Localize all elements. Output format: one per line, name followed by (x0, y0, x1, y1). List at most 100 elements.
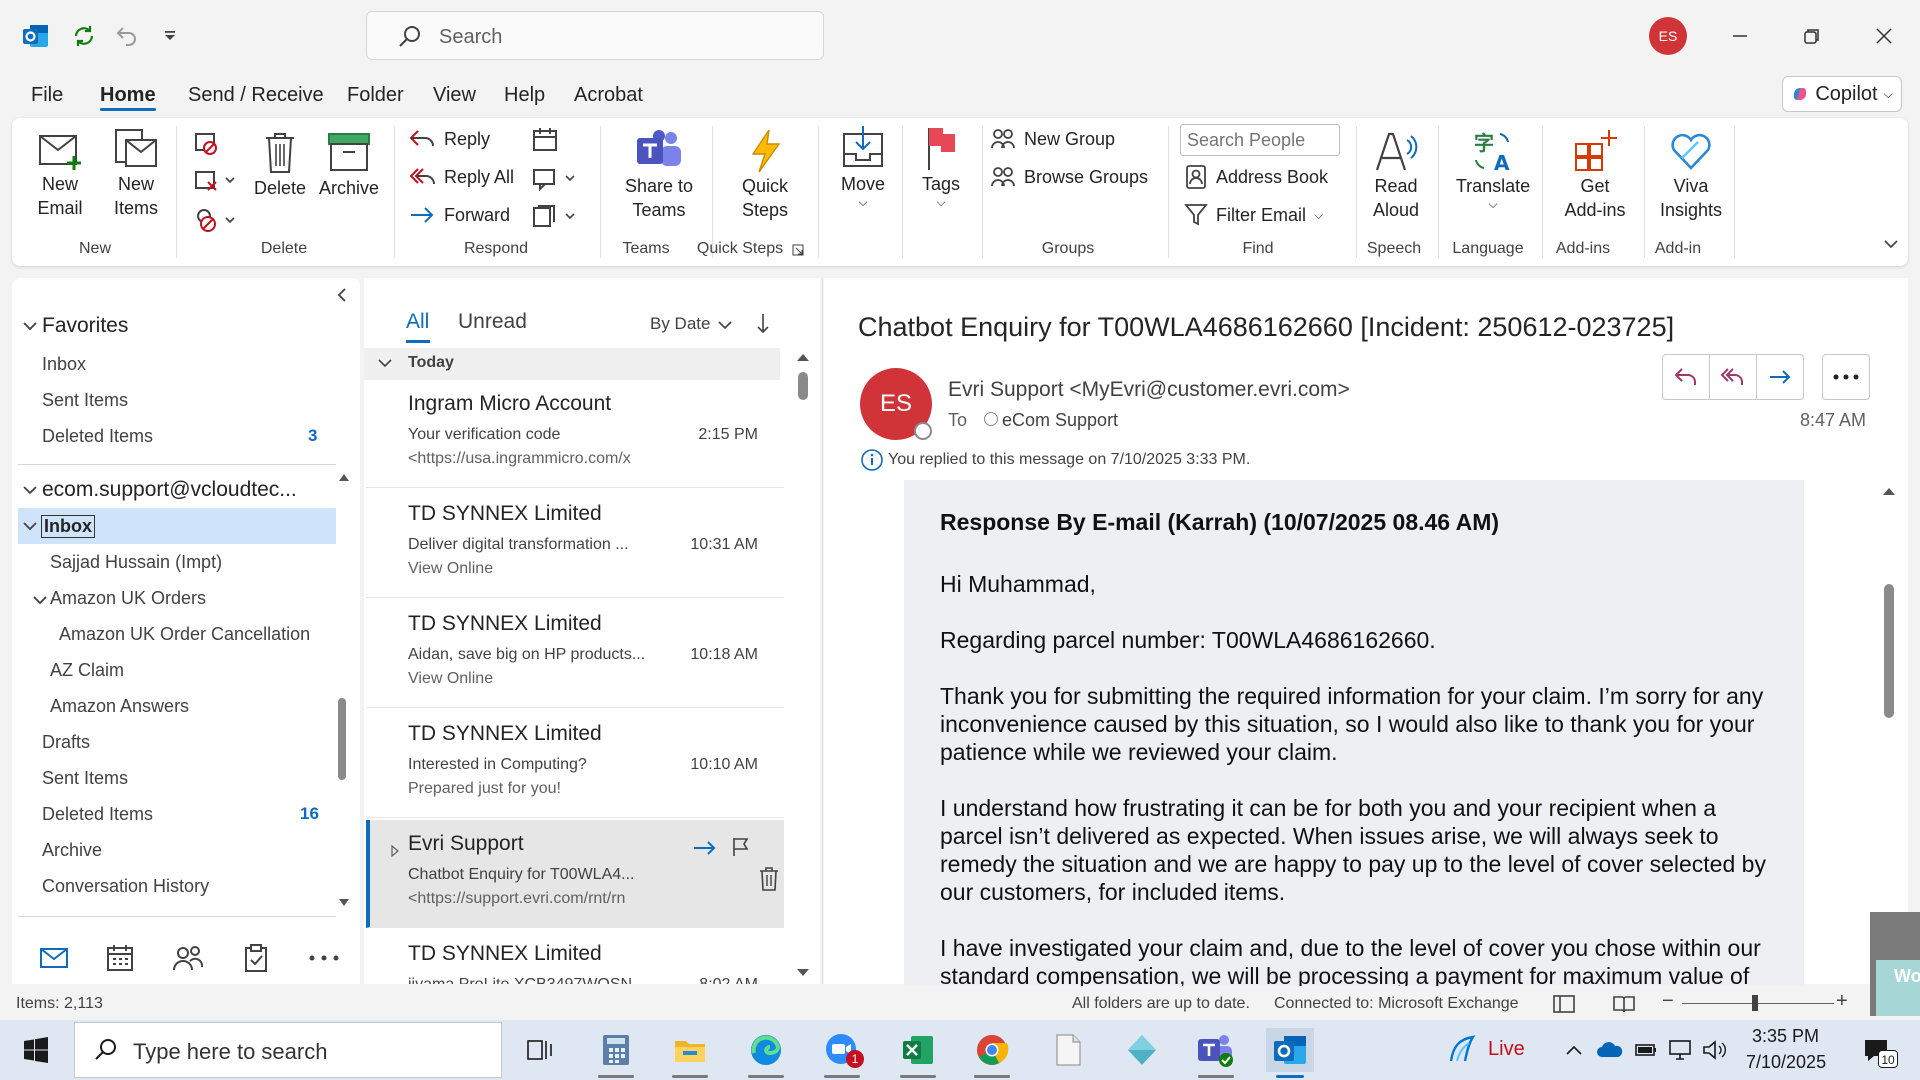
scroll-up-icon[interactable] (1882, 486, 1896, 496)
fav-inbox[interactable]: Inbox (42, 354, 86, 375)
more-actions-button[interactable] (1822, 354, 1870, 400)
file-explorer-icon[interactable] (666, 1028, 714, 1078)
search-people-input[interactable] (1180, 124, 1340, 156)
ribbon-collapse-icon[interactable] (1884, 238, 1898, 250)
new-email-button[interactable]: New Email (30, 130, 90, 220)
close-icon[interactable] (1864, 18, 1904, 54)
expand-conversation-icon[interactable] (390, 844, 400, 858)
menu-folder[interactable]: Folder (347, 84, 404, 107)
junk-icon[interactable] (192, 206, 236, 234)
zoom-app-icon[interactable]: 1 (818, 1028, 866, 1078)
chrome-icon[interactable] (968, 1028, 1016, 1078)
chevron-down-icon[interactable] (22, 484, 38, 496)
list-scrollbar-thumb[interactable] (798, 372, 808, 400)
folder-amazon-answers[interactable]: Amazon Answers (50, 696, 189, 717)
dialog-launcher-icon[interactable] (792, 244, 804, 256)
get-addins-button[interactable]: Get Add-ins (1550, 128, 1640, 222)
chevron-down-icon[interactable] (22, 520, 38, 532)
message-item[interactable]: TD SYNNEX Limited Aidan, save big on HP … (366, 600, 784, 708)
group-header-today[interactable]: Today (364, 348, 780, 380)
collapse-pane-icon[interactable] (336, 288, 348, 302)
live-label[interactable]: Live (1488, 1038, 1525, 1061)
teams-taskbar-icon[interactable] (1192, 1028, 1240, 1078)
peek-window[interactable]: Wo (1876, 960, 1920, 1016)
menu-home[interactable]: Home (100, 84, 156, 107)
browse-groups-button[interactable]: Browse Groups (990, 164, 1148, 190)
folder-az-claim[interactable]: AZ Claim (50, 660, 124, 681)
minimize-icon[interactable] (1720, 18, 1760, 54)
message-item[interactable]: TD SYNNEX Limited Interested in Computin… (366, 710, 784, 818)
menu-acrobat[interactable]: Acrobat (574, 84, 643, 107)
folder-deleted-items[interactable]: Deleted Items (42, 804, 153, 825)
message-item[interactable]: TD SYNNEX Limited iiyama ProLite XCB3497… (366, 930, 784, 984)
folder-amazon-uk-orders[interactable]: Amazon UK Orders (50, 588, 206, 609)
new-group-button[interactable]: New Group (990, 126, 1115, 152)
chevron-down-icon[interactable] (32, 594, 48, 606)
notifications-icon[interactable]: 10 (1852, 1028, 1900, 1072)
folder-sent-items[interactable]: Sent Items (42, 768, 128, 789)
undo-icon[interactable] (110, 20, 142, 52)
volume-icon[interactable] (1690, 1028, 1738, 1072)
fav-deleted-items[interactable]: Deleted Items (42, 426, 153, 447)
normal-view-icon[interactable] (1552, 994, 1576, 1014)
excel-icon[interactable] (894, 1028, 942, 1078)
windows-start-icon[interactable] (12, 1028, 60, 1072)
calculator-app-icon[interactable] (592, 1028, 640, 1078)
translate-button[interactable]: 字A Translate ⌵ (1448, 128, 1538, 210)
sender-name[interactable]: Evri Support <MyEvri@customer.evri.com> (948, 378, 1350, 402)
tab-all[interactable]: All (406, 310, 429, 334)
zoom-slider-track[interactable] (1682, 1003, 1834, 1004)
delete-button[interactable]: Delete (252, 130, 308, 200)
zoom-out-icon[interactable]: − (1662, 990, 1674, 1013)
new-items-button[interactable]: New Items (102, 126, 170, 220)
folder-amazon-cancellation[interactable]: Amazon UK Order Cancellation (59, 624, 310, 645)
sync-icon[interactable] (68, 20, 100, 52)
read-aloud-button[interactable]: Read Aloud (1364, 128, 1428, 222)
move-button[interactable]: Move ⌵ (828, 124, 898, 208)
folder-conversation-history[interactable]: Conversation History (42, 876, 209, 897)
viva-insights-button[interactable]: Viva Insights (1652, 128, 1730, 222)
task-view-icon[interactable] (516, 1028, 564, 1072)
chevron-down-icon[interactable] (718, 320, 732, 330)
folder-scrollbar-thumb[interactable] (338, 698, 346, 780)
tab-unread[interactable]: Unread (458, 310, 527, 334)
message-item[interactable]: Ingram Micro Account Your verification c… (366, 380, 784, 488)
clock-time[interactable]: 3:35 PM (1752, 1026, 1819, 1047)
more-respond-icon[interactable] (530, 202, 580, 230)
menu-view[interactable]: View (433, 84, 476, 107)
restore-icon[interactable] (1792, 18, 1832, 54)
folder-sajjad[interactable]: Sajjad Hussain (Impt) (50, 552, 222, 573)
zoom-slider-thumb[interactable] (1752, 995, 1758, 1011)
message-item[interactable]: TD SYNNEX Limited Deliver digital transf… (366, 490, 784, 598)
folder-drafts[interactable]: Drafts (42, 732, 90, 753)
favorites-header[interactable]: Favorites (42, 314, 128, 338)
cleanup-icon[interactable] (192, 168, 236, 194)
message-item-selected[interactable]: Evri Support Chatbot Enquiry for T00WLA4… (366, 820, 784, 928)
reply-button[interactable]: Reply (408, 126, 490, 152)
fav-sent-items[interactable]: Sent Items (42, 390, 128, 411)
search-box[interactable]: Search (366, 11, 824, 60)
menu-send-receive[interactable]: Send / Receive (188, 84, 324, 107)
account-header[interactable]: ecom.support@vcloudtec... (42, 478, 297, 502)
tasks-icon[interactable] (238, 940, 274, 976)
menu-file[interactable]: File (31, 84, 63, 107)
outlook-taskbar-icon[interactable] (1266, 1028, 1314, 1078)
recipient[interactable]: eCom Support (1002, 410, 1118, 431)
notepad-icon[interactable] (1044, 1028, 1092, 1072)
scroll-up-icon[interactable] (338, 472, 350, 482)
reply-all-button[interactable]: Reply All (408, 164, 514, 190)
trash-icon[interactable] (758, 866, 780, 892)
reading-view-icon[interactable] (1612, 994, 1636, 1014)
calendar-icon[interactable] (102, 940, 138, 976)
sort-direction-icon[interactable] (756, 312, 770, 334)
folder-inbox[interactable]: Inbox (41, 515, 95, 538)
taskbar-search[interactable]: Type here to search (74, 1022, 502, 1078)
chevron-down-icon[interactable] (22, 320, 38, 332)
menu-help[interactable]: Help (504, 84, 545, 107)
ignore-icon[interactable] (192, 130, 220, 156)
more-apps-icon[interactable] (306, 940, 342, 976)
address-book-button[interactable]: Address Book (1184, 164, 1328, 190)
folder-archive[interactable]: Archive (42, 840, 102, 861)
reply-all-button[interactable] (1709, 354, 1757, 400)
scroll-down-icon[interactable] (796, 968, 810, 978)
